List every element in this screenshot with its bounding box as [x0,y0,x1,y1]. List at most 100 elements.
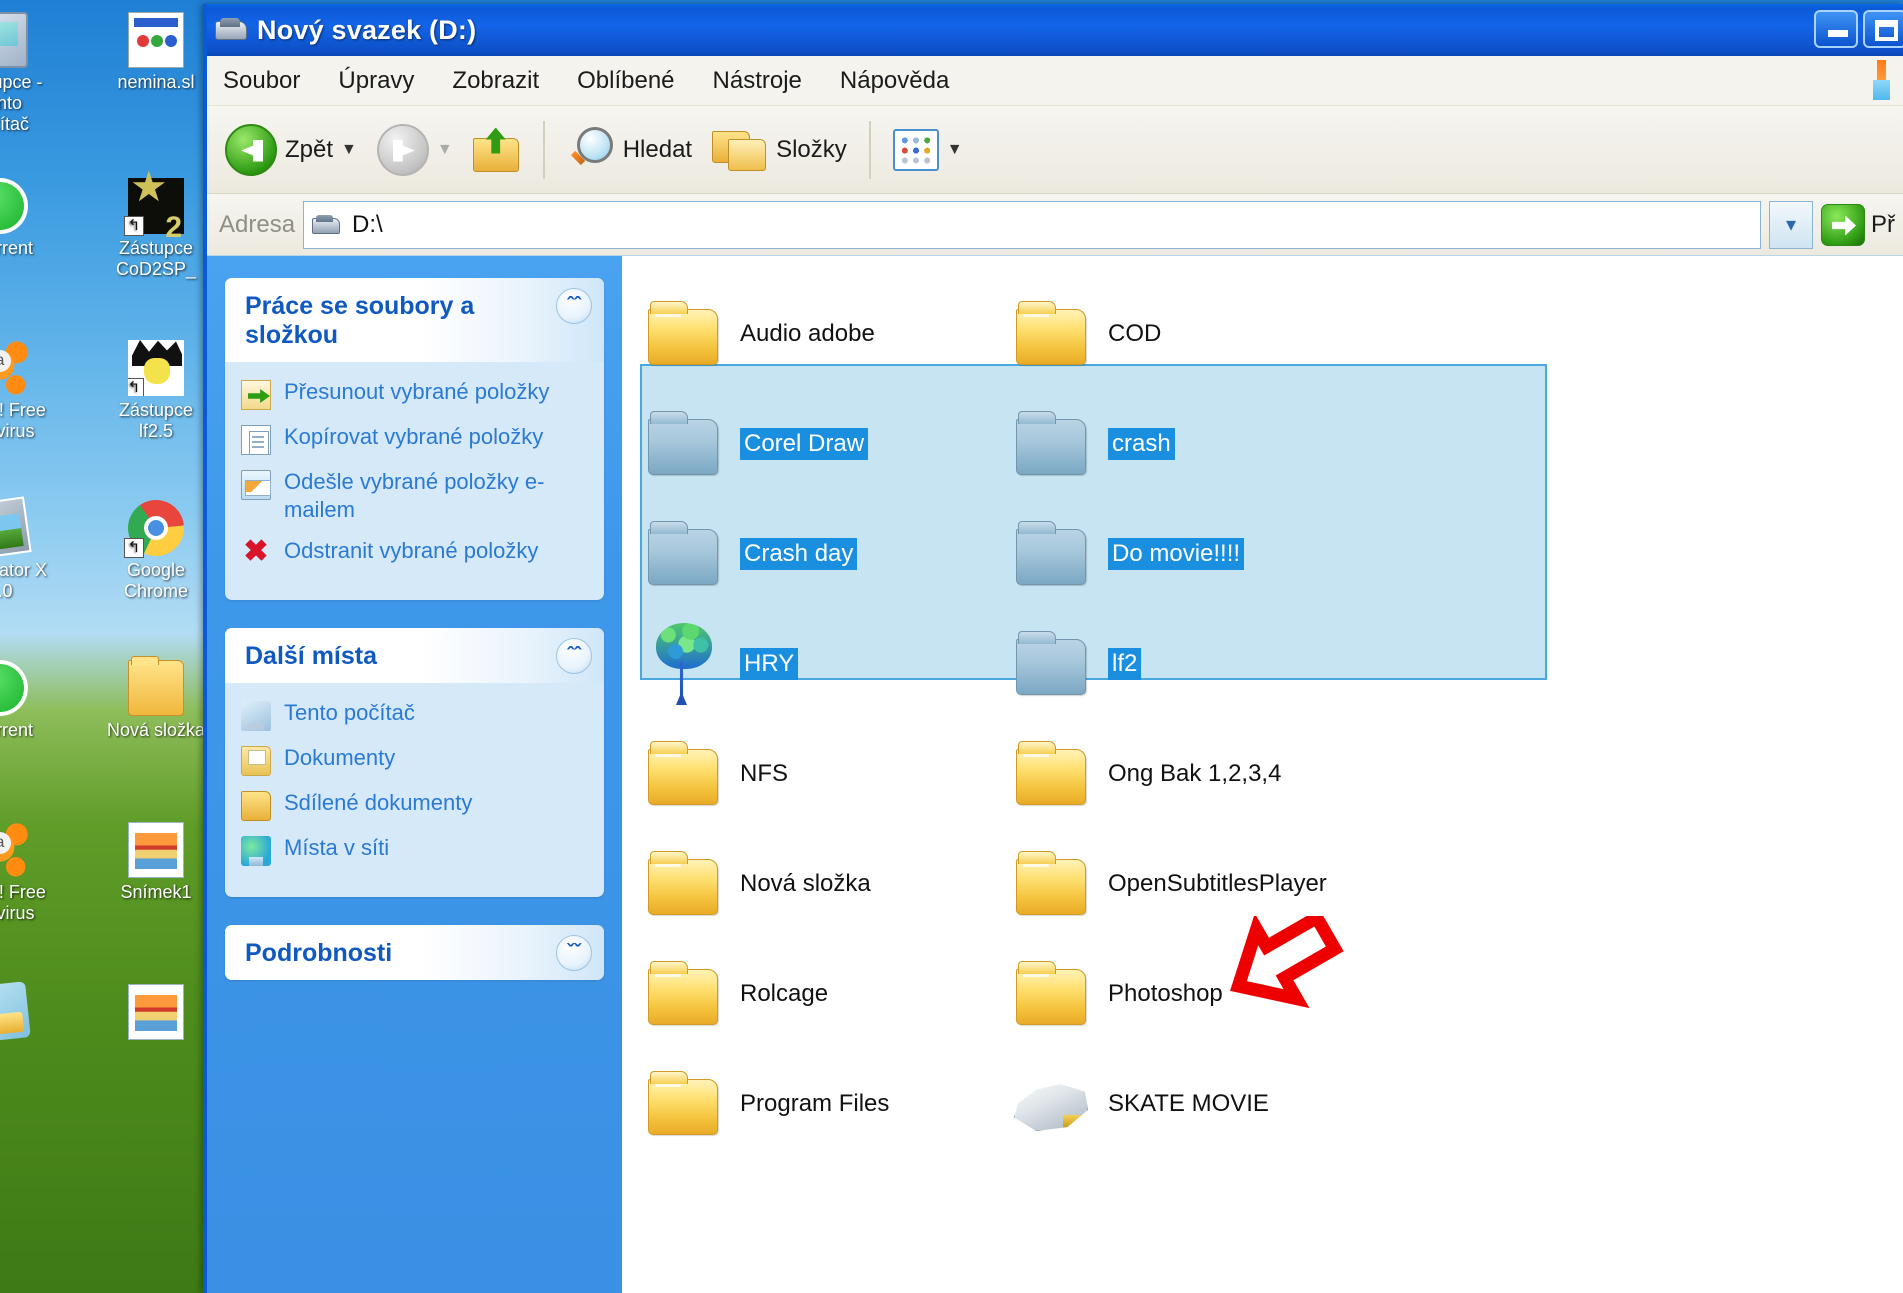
go-arrow-icon [1821,203,1865,246]
menu-item-npovda[interactable]: Nápověda [836,65,953,97]
forward-button[interactable]: ▼ [369,115,461,185]
task-link[interactable]: Odstranit vybrané položky [241,537,588,569]
task-link[interactable]: Sdílené dokumenty [241,789,588,821]
skate-folder-icon-art [1014,1083,1088,1131]
go-label: Př [1871,210,1895,238]
task-link-label: Tento počítač [284,700,415,725]
file-list-item-label: Do movie!!!! [1108,538,1245,570]
chevron-down-icon[interactable]: ▼ [947,141,963,159]
up-button[interactable] [465,115,529,185]
task-panel-header[interactable]: Práce se soubory a složkou ˆˆ [225,278,604,362]
back-button[interactable]: Zpět ▼ [217,115,365,185]
menu-item-nstroje[interactable]: Nástroje [709,65,806,97]
task-panel-header[interactable]: Podrobnosti ˇˇ [225,925,604,980]
file-list-item[interactable]: Photoshop [1012,942,1442,1046]
file-list[interactable]: Audio adobe COD Corel Draw crash Crash day Do… [622,256,1903,1293]
file-list-item[interactable]: HRY [644,612,1074,716]
minimize-button[interactable] [1814,10,1858,48]
go-button[interactable]: Př [1821,202,1895,248]
file-list-item[interactable]: NFS [644,722,1074,826]
desktop-icon[interactable]: Snímek1 [104,822,208,903]
folder-icon-art [648,961,718,1025]
copy-items-icon [241,425,271,455]
folder-icon-art [1016,961,1086,1025]
window-titlebar[interactable]: Nový svazek (D:) [207,4,1903,56]
puzzle-icon [0,981,31,1043]
desktop-icon[interactable]: uTorrent [0,660,52,741]
folder-icon [644,409,722,479]
task-link[interactable]: Kopírovat vybrané položky [241,423,588,455]
desktop-icon[interactable] [104,984,208,1044]
chevron-up-icon[interactable]: ˆˆ [556,288,592,324]
desktop-icon[interactable]: Nová složka [104,656,208,741]
menu-item-oblben[interactable]: Oblíbené [573,65,678,97]
file-list-item[interactable]: crash [1012,392,1442,496]
search-button[interactable]: Hledat [559,115,700,185]
my-computer-icon [0,12,28,68]
drive-icon [312,214,342,236]
task-panel-title: Další místa [245,642,378,670]
file-list-item[interactable]: Rolcage [644,942,1074,1046]
desktop-icon[interactable] [0,981,52,1044]
menu-item-zobrazit[interactable]: Zobrazit [448,65,543,97]
task-link[interactable]: Přesunout vybrané položky [241,378,588,410]
folder-icon-art [648,301,718,365]
folder-icon [644,739,722,809]
desktop-icon-label: Google Chrome [123,560,189,601]
desktop-icon[interactable]: Avast! Free Antivirus [0,822,52,924]
file-list-item[interactable]: Do movie!!!! [1012,502,1442,606]
menu-item-soubor[interactable]: Soubor [219,65,304,97]
file-list-item[interactable]: Program Files [644,1052,1074,1156]
task-link-label: Místa v síti [284,835,390,860]
toolbar: Zpět ▼ ▼ Hledat Složky ▼ [207,106,1903,194]
address-dropdown-button[interactable]: ▾ [1769,200,1813,249]
file-list-item[interactable]: Crash day [644,502,1074,606]
file-list-item[interactable]: lf2 [1012,612,1442,716]
shared-documents-icon [241,791,271,821]
delete-items-icon [241,539,271,569]
file-list-item-label: Photoshop [1108,980,1223,1007]
desktop-icon[interactable]: Google Chrome [104,500,208,602]
task-link[interactable]: Tento počítač [241,699,588,731]
folder-icon-art [1016,851,1086,915]
file-list-item[interactable]: Audio adobe [644,282,1074,386]
file-list-item[interactable]: Corel Draw [644,392,1074,496]
chevron-down-icon[interactable]: ˇˇ [556,935,592,971]
chevron-down-icon[interactable]: ▼ [437,141,453,159]
document-icon [128,12,184,68]
desktop-icon[interactable]: Zástupce CoD2SP_ [104,176,208,280]
toolbar-divider [868,120,871,179]
desktop-icon[interactable]: Zástupce - Tento počítač [0,12,52,135]
folder-icon [644,959,722,1029]
desktop-icon[interactable]: Zástupce lf2.5 [104,340,208,442]
file-list-item[interactable]: COD [1012,282,1442,386]
chevron-down-icon[interactable]: ▼ [341,141,357,159]
task-link[interactable]: Dokumenty [241,744,588,776]
desktop-icon[interactable]: nemina.sl [104,12,208,93]
search-icon [567,125,615,175]
views-button[interactable]: ▼ [885,115,971,185]
tree-folder-icon-art [644,623,724,709]
file-list-item[interactable]: SKATE MOVIE [1012,1052,1442,1156]
file-list-item-label: Crash day [740,538,858,570]
desktop-icon[interactable]: Avast! Free Antivirus [0,340,52,442]
task-link[interactable]: Odešle vybrané položky e-mailem [241,468,588,524]
file-list-item[interactable]: OpenSubtitlesPlayer [1012,832,1442,936]
avast-icon [0,822,28,878]
maximize-button[interactable] [1863,10,1903,48]
desktop-icon[interactable]: uTorrent [0,178,52,259]
file-list-item[interactable]: Ong Bak 1,2,3,4 [1012,722,1442,826]
my-computer-icon [241,701,271,731]
task-panel-header[interactable]: Další místa ˆˆ [225,628,604,683]
file-list-item[interactable]: Nová složka [644,832,1074,936]
folder-icon [1012,629,1090,699]
folder-icon-art [648,411,718,475]
task-link[interactable]: Místa v síti [241,834,588,866]
folder-icon [1012,409,1090,479]
desktop-icon[interactable]: Navigator X 2.0 [0,496,52,602]
chevron-up-icon[interactable]: ˆˆ [556,638,592,674]
address-input[interactable]: D:\ [303,200,1761,249]
folders-button[interactable]: Složky [704,115,855,185]
menu-item-pravy[interactable]: Úpravy [334,65,418,97]
desktop-icon-label: Navigator X 2.0 [0,560,48,601]
